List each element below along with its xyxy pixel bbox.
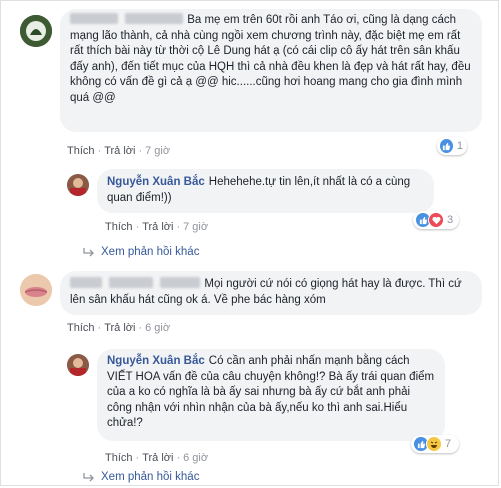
like-link[interactable]: Thích [67, 322, 95, 334]
reply-author-avatar[interactable] [67, 354, 89, 376]
comment-timestamp: 6 giờ [145, 322, 171, 334]
reply-timestamp: 6 giờ [183, 452, 209, 464]
reply-author-name[interactable]: Nguyễn Xuân Bắc [107, 176, 205, 188]
reaction-count: 3 [447, 214, 454, 226]
redacted-author-name [125, 13, 184, 24]
avatar-photo-icon [20, 274, 52, 306]
comment-bubble: Ba mẹ em trên 60t rồi anh Táo ơi, cũng l… [60, 9, 482, 132]
redacted-author-name [109, 277, 154, 288]
redacted-author-name [160, 277, 201, 288]
reply-link[interactable]: Trả lời [142, 452, 173, 464]
redacted-author-name [70, 277, 102, 288]
reply-bubble: Nguyễn Xuân Bắc Có cần anh phải nhấn mạnh… [97, 349, 445, 441]
view-more-replies-link[interactable]: Xem phản hồi khác [83, 471, 199, 483]
reply-author-name[interactable]: Nguyễn Xuân Bắc [107, 355, 205, 367]
reaction-count: 1 [456, 140, 463, 152]
view-more-replies-label: Xem phản hồi khác [101, 246, 200, 258]
avatar-photo-icon [20, 15, 52, 47]
love-reaction-icon [428, 212, 444, 228]
reply-actions: Thích · Trả lời · 7 giờ [105, 221, 209, 233]
reply-arrow-icon [83, 248, 94, 257]
reaction-count: 7 [445, 438, 452, 450]
like-link[interactable]: Thích [105, 452, 133, 464]
comment-text: Ba mẹ em trên 60t rồi anh Táo ơi, cũng l… [70, 14, 471, 104]
view-more-replies-link[interactable]: Xem phản hồi khác [83, 246, 199, 258]
comment-thread: Ba mẹ em trên 60t rồi anh Táo ơi, cũng l… [0, 0, 499, 486]
commenter-avatar[interactable] [20, 274, 52, 306]
redacted-author-name [70, 13, 118, 24]
commenter-avatar[interactable] [20, 15, 52, 47]
haha-reaction-icon [426, 436, 442, 452]
avatar-photo-icon [67, 174, 89, 196]
reply-actions: Thích · Trả lời · 6 giờ [105, 452, 209, 464]
comment-actions: Thích · Trả lời · 6 giờ [67, 322, 171, 334]
avatar-photo-icon [67, 354, 89, 376]
reactions-badge[interactable]: 1 [437, 137, 467, 155]
like-link[interactable]: Thích [67, 145, 95, 157]
reply-arrow-icon [83, 473, 94, 482]
like-link[interactable]: Thích [105, 221, 133, 233]
like-reaction-icon [439, 138, 454, 154]
view-more-replies-label: Xem phản hồi khác [101, 471, 200, 483]
reactions-badge[interactable]: 7 [411, 435, 459, 453]
reply-link[interactable]: Trả lời [104, 322, 135, 334]
reply-timestamp: 7 giờ [183, 221, 209, 233]
comment-timestamp: 7 giờ [145, 145, 171, 157]
comment-actions: Thích · Trả lời · 7 giờ [67, 145, 171, 157]
reactions-badge[interactable]: 3 [413, 211, 459, 229]
reply-bubble: Nguyễn Xuân Bắc Hehehehe.tự tin lên,ít nh… [97, 169, 434, 213]
reply-author-avatar[interactable] [67, 174, 89, 196]
reply-link[interactable]: Trả lời [104, 145, 135, 157]
comment-bubble: Mọi người cứ nói có giọng hát hay là đượ… [60, 271, 482, 315]
reply-link[interactable]: Trả lời [142, 221, 173, 233]
